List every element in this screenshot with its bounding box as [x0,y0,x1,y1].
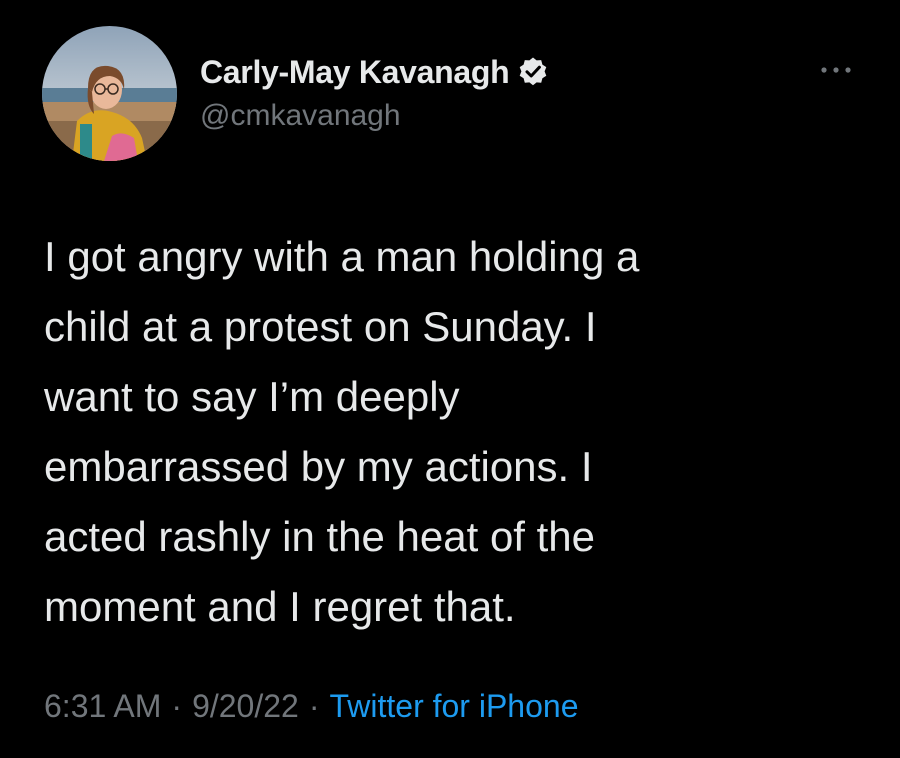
author-display-name[interactable]: Carly-May Kavanagh [200,54,510,91]
tweet-text-line: moment and I regret that. [44,583,516,630]
verified-badge-icon [517,56,549,88]
tweet-card: Carly-May Kavanagh @cmkavanagh I got ang… [0,0,900,758]
tweet-text-line: want to say I’m deeply [44,373,460,420]
avatar[interactable] [42,26,177,161]
tweet-text-line: embarrassed by my actions. I [44,443,593,490]
separator: · [171,688,183,724]
separator: · [308,688,320,724]
tweet-text-line: acted rashly in the heat of the [44,513,596,560]
tweet-text-line: child at a protest on Sunday. I [44,303,597,350]
author-name-row: Carly-May Kavanagh [200,52,549,92]
avatar-photo [42,26,177,161]
tweet-source-link[interactable]: Twitter for iPhone [329,688,578,725]
tweet-time[interactable]: 6:31 AM [44,688,161,725]
tweet-text-line: I got angry with a man holding a [44,233,640,280]
tweet-text: I got angry with a man holding a child a… [44,222,844,642]
tweet-metadata: 6:31 AM · 9/20/22 · Twitter for iPhone [44,688,578,725]
more-options-icon[interactable] [818,58,854,82]
author-handle[interactable]: @cmkavanagh [200,99,401,133]
tweet-date[interactable]: 9/20/22 [192,688,299,725]
